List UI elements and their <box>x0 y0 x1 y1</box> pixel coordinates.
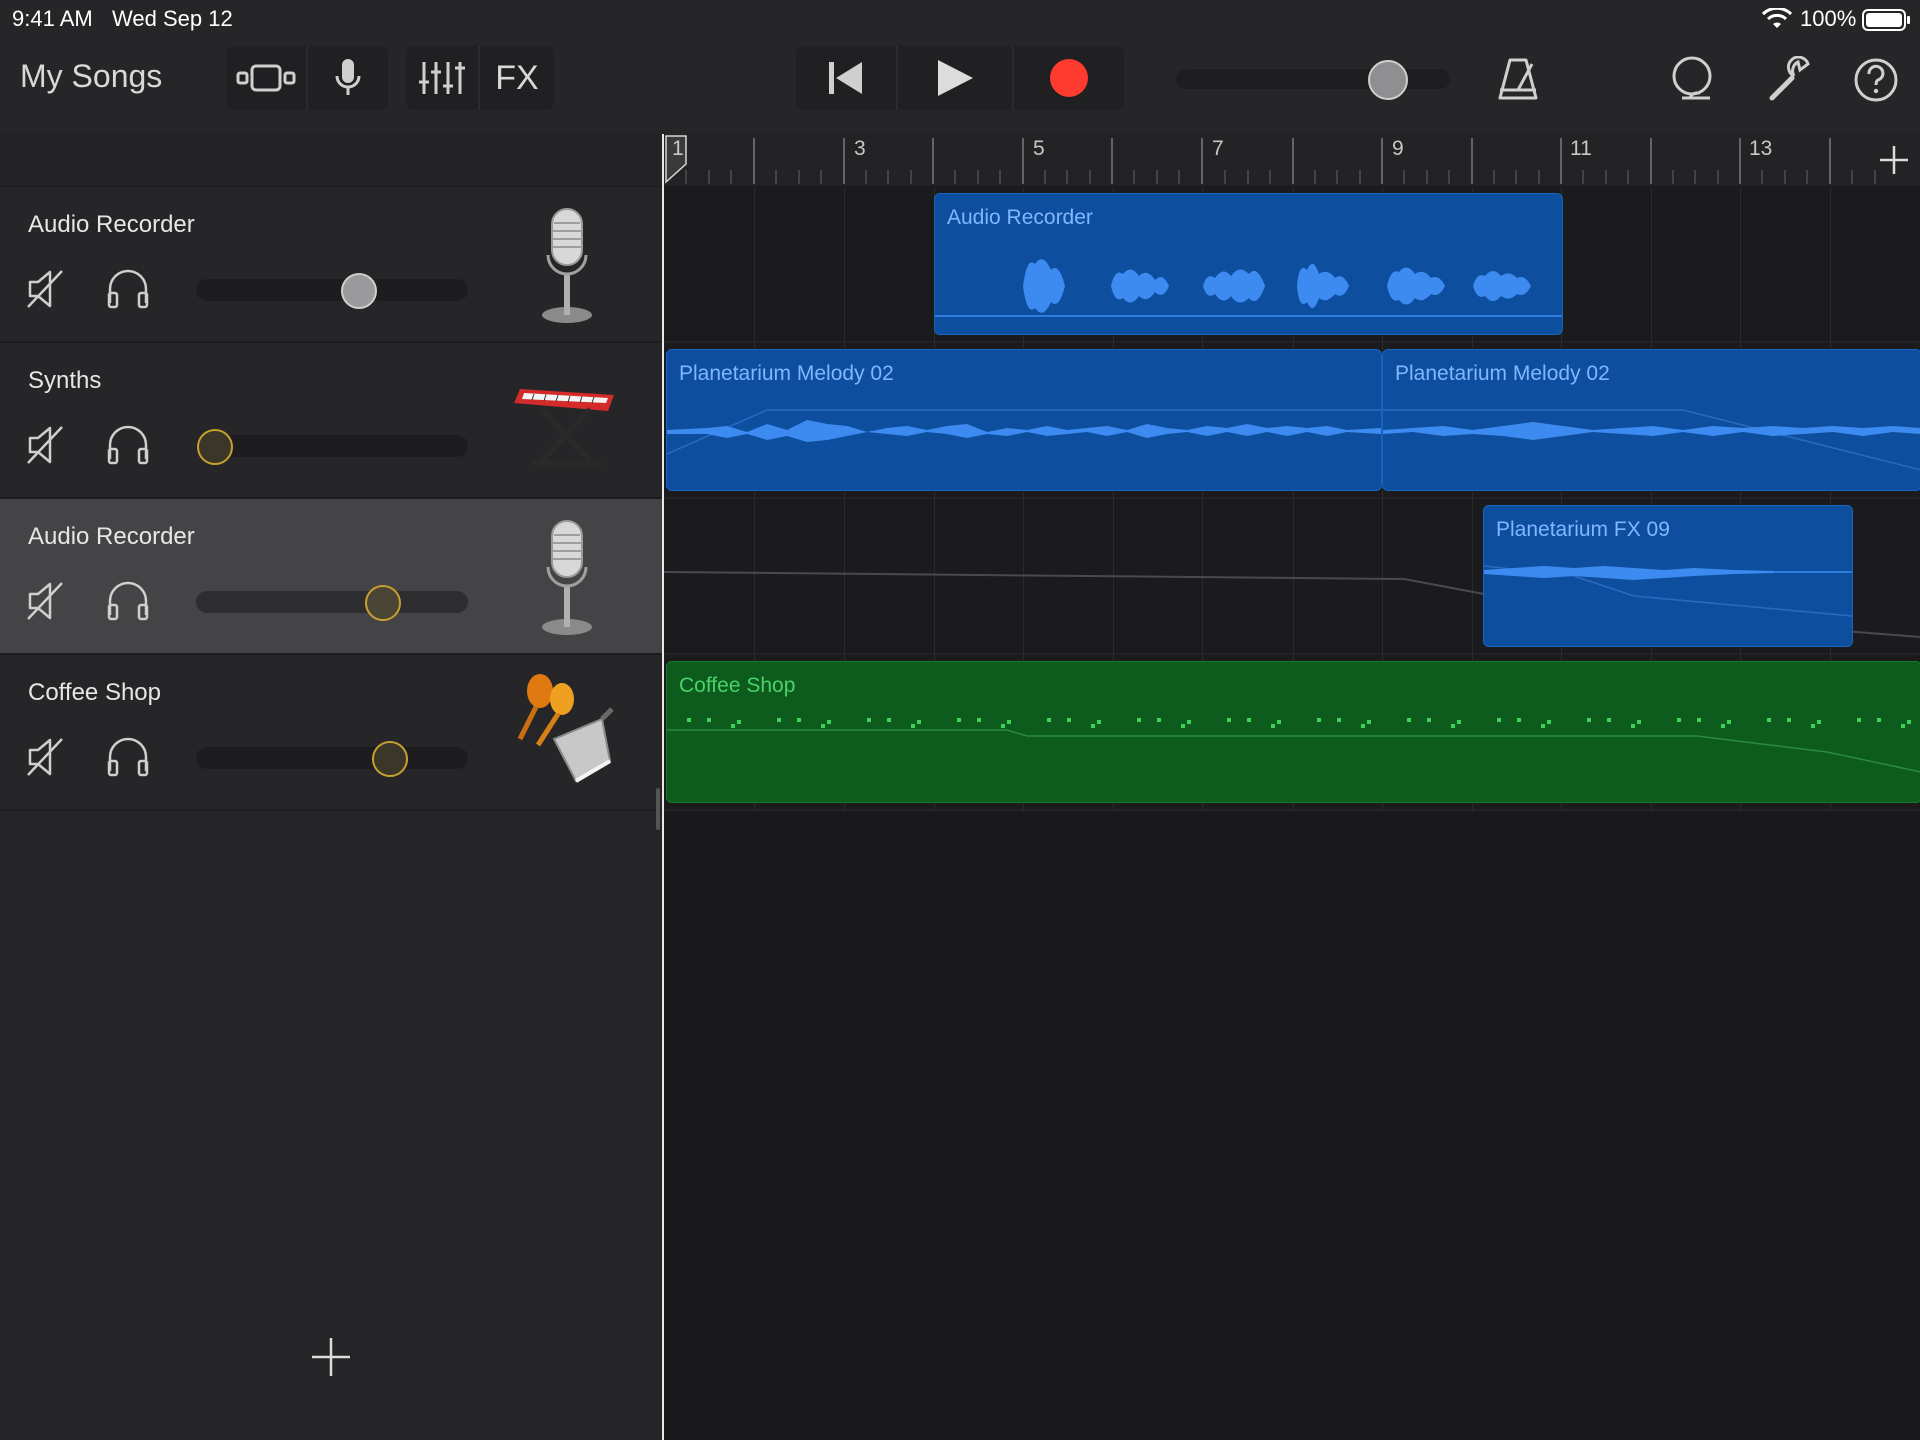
play-button[interactable] <box>898 46 1012 110</box>
bar-number: 11 <box>1570 137 1592 160</box>
mute-icon[interactable] <box>26 735 66 779</box>
mixer-fx-group: FX <box>406 46 554 110</box>
region-name: Planetarium Melody 02 <box>1395 362 1610 385</box>
headphones-icon[interactable] <box>106 267 150 311</box>
track-volume-knob[interactable] <box>365 585 401 621</box>
add-section-icon[interactable] <box>1878 144 1910 176</box>
track-header[interactable]: Coffee Shop <box>0 655 662 811</box>
region-name: Planetarium FX 09 <box>1496 518 1670 541</box>
wifi-icon <box>1762 8 1792 30</box>
master-volume-knob[interactable] <box>1368 60 1408 100</box>
my-songs-button[interactable]: My Songs <box>20 58 162 95</box>
region-name: Planetarium Melody 02 <box>679 362 894 385</box>
status-time: 9:41 AM <box>12 6 93 31</box>
audio-region[interactable]: Planetarium FX 09 <box>1483 505 1853 647</box>
view-toggle-group <box>226 46 388 110</box>
track-volume-slider[interactable] <box>196 747 468 769</box>
track-name: Audio Recorder <box>28 523 195 550</box>
track-volume-knob[interactable] <box>197 429 233 465</box>
master-volume-slider[interactable] <box>1176 69 1450 89</box>
track-header[interactable]: Synths <box>0 343 662 499</box>
region-name: Audio Recorder <box>947 206 1093 229</box>
bar-number: 3 <box>854 137 866 160</box>
metronome-icon[interactable] <box>1496 56 1540 102</box>
bar-number: 7 <box>1212 137 1224 160</box>
track-name: Synths <box>28 367 102 394</box>
audio-region[interactable]: Audio Recorder <box>934 193 1563 335</box>
loop-browser-icon[interactable] <box>1670 56 1714 102</box>
fx-button[interactable]: FX <box>480 46 554 110</box>
timeline-ruler[interactable] <box>664 134 1920 186</box>
track-volume-slider[interactable] <box>196 279 468 301</box>
headphones-icon[interactable] <box>106 579 150 623</box>
track-header[interactable]: Audio Recorder <box>0 499 662 655</box>
add-track-icon[interactable] <box>310 1336 352 1378</box>
help-icon[interactable] <box>1854 58 1898 102</box>
track-volume-knob[interactable] <box>372 741 408 777</box>
tracks-view-button[interactable] <box>226 46 306 110</box>
playhead-line[interactable] <box>662 134 664 1440</box>
mixer-button[interactable] <box>406 46 478 110</box>
headphones-icon[interactable] <box>106 735 150 779</box>
track-volume-knob[interactable] <box>341 273 377 309</box>
skip-back-icon <box>828 61 864 95</box>
wrench-icon[interactable] <box>1768 56 1814 102</box>
region-name: Coffee Shop <box>679 674 796 697</box>
microphone-icon <box>335 58 361 98</box>
mute-icon[interactable] <box>26 579 66 623</box>
tracks-view-icon <box>236 62 296 94</box>
bar-number: 5 <box>1033 137 1045 160</box>
microphone-icon <box>536 205 598 327</box>
bar-number: 9 <box>1392 137 1404 160</box>
bar-number: 13 <box>1749 137 1773 160</box>
battery-percent: 100% <box>1800 6 1857 31</box>
track-name: Audio Recorder <box>28 211 195 238</box>
mute-icon[interactable] <box>26 267 66 311</box>
instrument-view-button[interactable] <box>308 46 388 110</box>
record-button[interactable] <box>1014 46 1124 110</box>
battery-icon <box>1862 8 1912 32</box>
track-headers-top <box>0 134 664 187</box>
play-icon <box>936 59 974 97</box>
pane-resize-handle[interactable] <box>656 788 660 830</box>
go-to-beginning-button[interactable] <box>796 46 896 110</box>
record-icon <box>1049 58 1089 98</box>
transport-group <box>796 46 1124 110</box>
bar-number: 1 <box>672 137 684 160</box>
mixer-sliders-icon <box>418 60 466 96</box>
drummer-region[interactable]: Coffee Shop <box>666 661 1920 803</box>
track-volume-slider[interactable] <box>196 435 468 457</box>
status-date: Wed Sep 12 <box>112 6 233 31</box>
audio-region[interactable]: Planetarium Melody 02 <box>1382 349 1920 491</box>
audio-region[interactable]: Planetarium Melody 02 <box>666 349 1382 491</box>
mute-icon[interactable] <box>26 423 66 467</box>
headphones-icon[interactable] <box>106 423 150 467</box>
track-name: Coffee Shop <box>28 679 161 706</box>
status-bar <box>0 0 1920 38</box>
microphone-icon <box>536 517 598 639</box>
track-header[interactable]: Audio Recorder <box>0 187 662 343</box>
track-volume-slider[interactable] <box>196 591 468 613</box>
keyboard-icon <box>512 381 622 471</box>
percussion-icon <box>514 669 614 787</box>
